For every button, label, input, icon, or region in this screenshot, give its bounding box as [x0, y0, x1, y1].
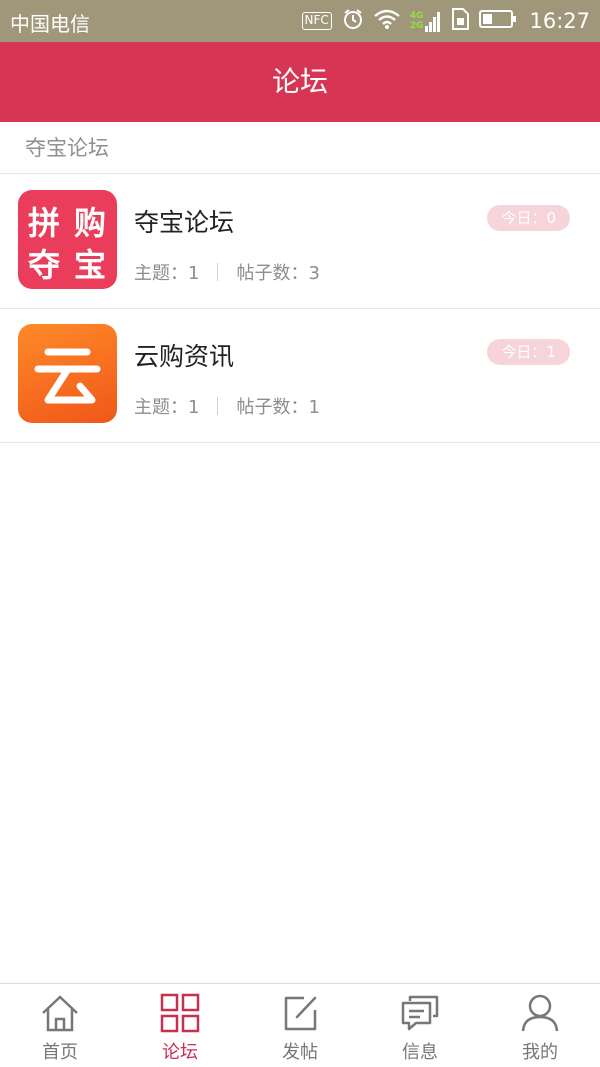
alarm-icon — [342, 8, 364, 34]
network-2g-label: 2G — [409, 21, 424, 31]
nfc-icon: NFC — [301, 12, 332, 30]
section-header: 夺宝论坛 — [0, 122, 600, 174]
tab-forum[interactable]: 论坛 — [120, 984, 240, 1067]
today-count-badge: 今日：1 — [487, 339, 570, 365]
forum-item-duobao[interactable]: 拼 购 夺 宝 夺宝论坛 主题：1 帖子数：3 今日：0 — [0, 175, 600, 309]
tab-me[interactable]: 我的 — [480, 984, 600, 1067]
tab-messages[interactable]: 信息 — [360, 984, 480, 1067]
tab-home[interactable]: 首页 — [0, 984, 120, 1067]
signal-icon — [425, 12, 441, 32]
edit-icon — [284, 996, 317, 1031]
logo-char-2: 购 — [74, 204, 106, 242]
logo-char-4: 宝 — [74, 246, 106, 284]
sim-icon — [451, 8, 470, 34]
stat-divider — [217, 263, 219, 281]
network-indicator: 4G 2G — [410, 10, 442, 32]
cloud-character-icon — [34, 348, 101, 404]
forum-stats: 主题：1 帖子数：1 — [134, 393, 320, 419]
post-count: 帖子数：1 — [236, 397, 320, 418]
page-title: 论坛 — [271, 65, 328, 98]
tab-post[interactable]: 发帖 — [240, 984, 360, 1067]
forum-logo-duobao: 拼 购 夺 宝 — [18, 190, 117, 289]
tab-label: 论坛 — [162, 1042, 198, 1063]
logo-char-3: 夺 — [28, 246, 60, 284]
topic-count: 主题：1 — [134, 263, 200, 284]
tab-label: 我的 — [522, 1042, 558, 1063]
bottom-tab-bar: 首页 论坛 发帖 信息 我的 — [0, 983, 600, 1067]
status-bar: 中国电信 NFC 4G 2G 16:27 — [0, 0, 600, 42]
logo-char-1: 拼 — [28, 204, 60, 242]
stat-divider — [217, 397, 219, 415]
home-icon — [42, 995, 78, 1032]
clock-time: 16:27 — [529, 9, 590, 33]
tab-label: 发帖 — [282, 1042, 318, 1063]
forum-item-yungou[interactable]: 云购资讯 主题：1 帖子数：1 今日：1 — [0, 309, 600, 443]
message-icon — [401, 995, 439, 1031]
wifi-icon — [374, 9, 400, 33]
network-4g-label: 4G — [409, 11, 424, 21]
tab-label: 信息 — [402, 1042, 438, 1063]
forum-name: 云购资讯 — [134, 342, 235, 371]
today-count-badge: 今日：0 — [487, 205, 570, 231]
post-count: 帖子数：3 — [236, 263, 320, 284]
forum-logo-yungou — [18, 324, 117, 423]
grid-icon — [160, 993, 200, 1033]
forum-name: 夺宝论坛 — [134, 208, 235, 237]
header-bar: 论坛 — [0, 42, 600, 122]
tab-label: 首页 — [42, 1042, 78, 1063]
user-icon — [521, 994, 559, 1032]
battery-icon — [479, 9, 517, 33]
forum-stats: 主题：1 帖子数：3 — [134, 259, 320, 285]
status-icons: NFC 4G 2G 16:27 — [301, 6, 590, 36]
topic-count: 主题：1 — [134, 397, 200, 418]
carrier-name: 中国电信 — [10, 12, 90, 36]
